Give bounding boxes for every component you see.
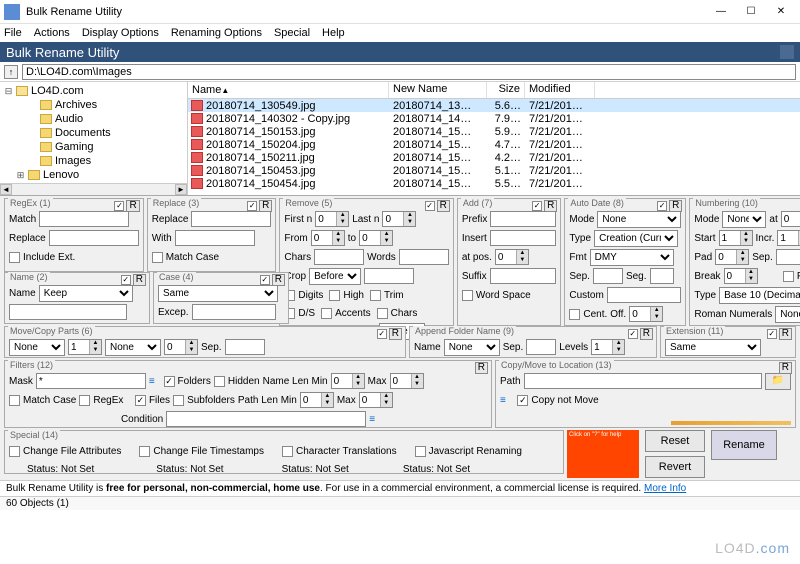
browse-button[interactable]: 📁 [765,373,791,390]
panel-append: Append Folder Name (9)✓R NameNoneSep.Lev… [409,326,657,358]
autodate-mode[interactable]: None [597,211,681,228]
minimize-button[interactable]: — [706,1,736,23]
case-mode[interactable]: Same [158,285,278,302]
filter-mask[interactable] [36,373,146,389]
replace-text[interactable] [191,211,271,227]
replace-with[interactable] [175,230,255,246]
menu-help[interactable]: Help [322,27,345,39]
menu-special[interactable]: Special [274,27,310,39]
menu-actions[interactable]: Actions [34,27,70,39]
regex-enable[interactable]: ✓ [114,201,124,211]
menubar: File Actions Display Options Renaming Op… [0,24,800,42]
file-row[interactable]: 20180714_140302 - Copy.jpg20180714_14…7.… [188,112,800,125]
add-prefix[interactable] [490,211,556,227]
file-list: Name New Name Size Modified 20180714_130… [188,82,800,195]
file-row[interactable]: 20180714_150153.jpg20180714_15…5.9…7/21/… [188,125,800,138]
panel-case: Case (4)✓R Same Excep. [153,272,289,324]
remove-lastn[interactable] [383,212,403,226]
regex-replace[interactable] [49,230,139,246]
file-row[interactable]: 20180714_130549.jpg20180714_13…5.6…7/21/… [188,99,800,112]
more-info-link[interactable]: More Info [644,483,686,494]
app-icon [4,4,20,20]
list-header[interactable]: Name New Name Size Modified [188,82,800,99]
panel-filters: Filters (12)R Mask≡ ✓FoldersHiddenName L… [4,360,492,428]
panel-add: Add (7)✓R Prefix Insert at pos.▲▼ Suffix… [457,198,562,326]
file-row[interactable]: 20180714_150453.jpg20180714_15…5.1…7/21/… [188,164,800,177]
panel-name: Name (2)✓R NameKeep [4,272,150,324]
panel-replace: Replace (3)✓R Replace With Match Case [147,198,277,272]
panel-remove: Remove (5)✓R First n▲▼Last n▲▼ From▲▼to▲… [279,198,453,326]
rename-button[interactable]: Rename [711,430,777,460]
panel-regex: RegEx (1)✓R Match Replace Include Ext. [4,198,144,272]
scroll-right[interactable]: ► [175,184,187,195]
banner: Bulk Rename Utility [0,42,800,62]
file-row[interactable]: 20180714_150204.jpg20180714_15…4.7…7/21/… [188,138,800,151]
menu-file[interactable]: File [4,27,22,39]
file-row[interactable]: 20180714_150454.jpg20180714_15…5.5…7/21/… [188,177,800,190]
file-row[interactable]: 20180714_150211.jpg20180714_15…4.2…7/21/… [188,151,800,164]
pathbar: ↑ [0,62,800,82]
menu-renaming[interactable]: Renaming Options [171,27,262,39]
window-title: Bulk Rename Utility [26,6,706,18]
add-insert[interactable] [490,230,556,246]
reset-button[interactable]: Reset [645,430,705,452]
copymove-path[interactable] [524,373,762,389]
regex-reset[interactable]: R [126,200,139,212]
path-input[interactable] [22,64,796,80]
up-button[interactable]: ↑ [4,65,18,79]
close-button[interactable]: ✕ [766,1,796,23]
statusbar: 60 Objects (1) [0,496,800,510]
regex-match[interactable] [39,211,129,227]
panel-move: Move/Copy Parts (6)✓R None▲▼None▲▼Sep. [4,326,406,358]
banner-icon[interactable] [780,45,794,59]
ad-box[interactable]: Click on "?" for help [567,430,639,478]
ext-mode[interactable]: Same [665,339,761,356]
regex-inc-ext[interactable] [9,252,20,263]
scroll-left[interactable]: ◄ [0,184,12,195]
panel-copymove: Copy/Move to Location (13)R Path📁 ≡ ✓Cop… [495,360,796,428]
panel-autodate: Auto Date (8)✓R ModeNone TypeCreation (C… [564,198,686,326]
revert-button[interactable]: Revert [645,456,705,478]
banner-title: Bulk Rename Utility [6,45,119,60]
footer-license: Bulk Rename Utility is free for personal… [0,480,800,496]
panel-special: Special (14) Change File Attributes Chan… [4,430,564,474]
panel-ext: Extension (11)✓R Same [660,326,796,358]
remove-firstn[interactable] [316,212,336,226]
folder-tree[interactable]: ⊟LO4D.com Archives Audio Documents Gamin… [0,82,188,195]
replace-matchcase[interactable] [152,252,163,263]
panel-numbering: Numbering (10)✓R ModeNoneat▲▼ Start▲▼Inc… [689,198,800,326]
watermark: LO4D.com [715,540,790,556]
maximize-button[interactable]: ☐ [736,1,766,23]
menu-display[interactable]: Display Options [82,27,159,39]
add-suffix[interactable] [490,268,556,284]
remove-crop[interactable]: Before [309,268,361,285]
name-mode[interactable]: Keep [39,285,133,302]
titlebar: Bulk Rename Utility — ☐ ✕ [0,0,800,24]
